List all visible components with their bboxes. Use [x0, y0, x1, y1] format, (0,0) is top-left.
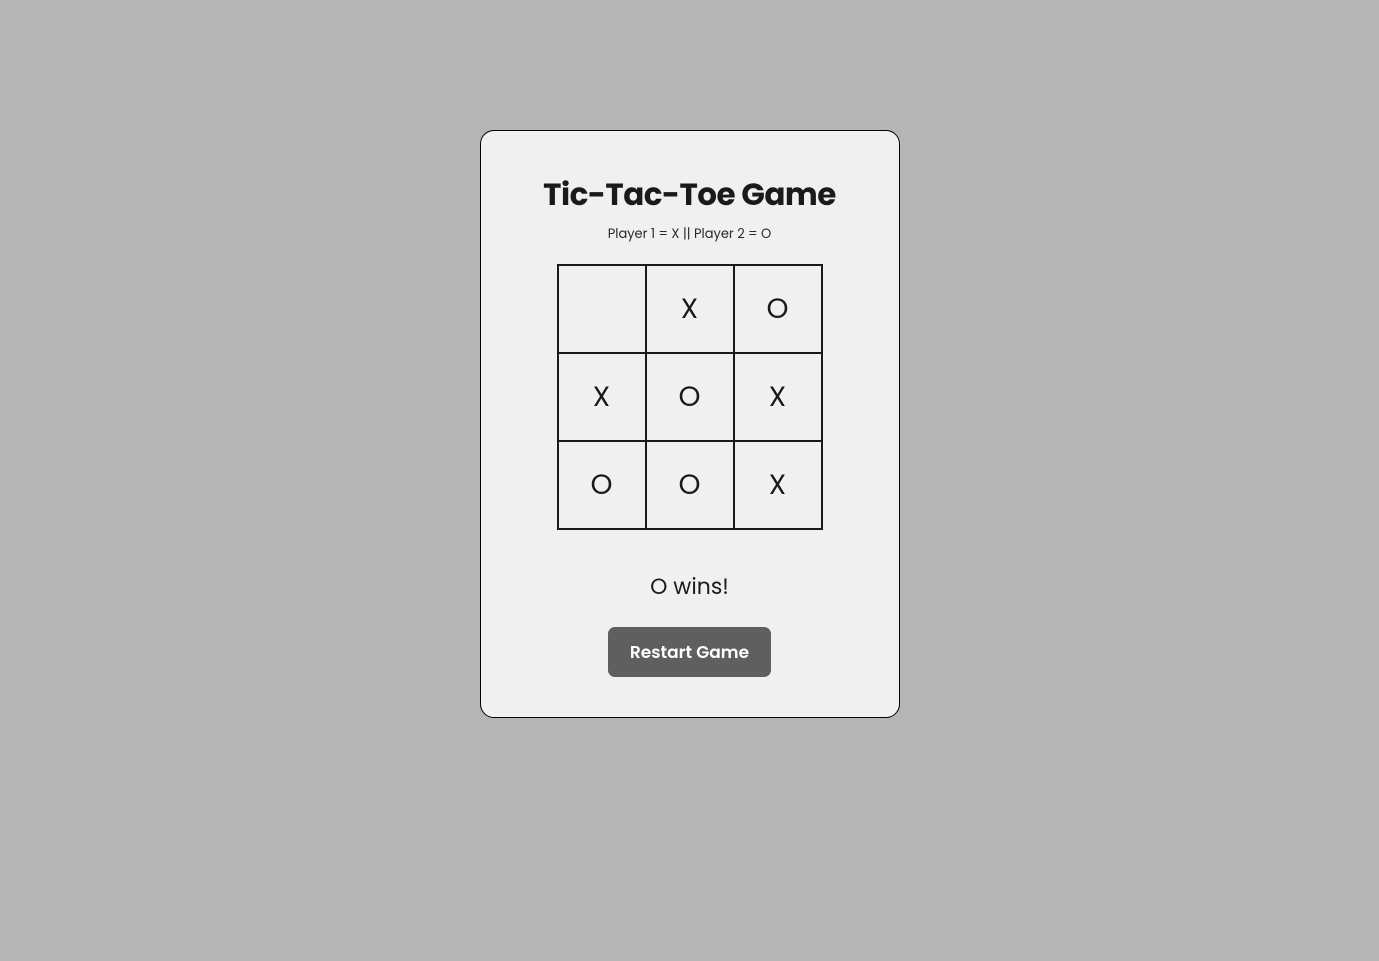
- status-message: O wins!: [650, 570, 729, 603]
- cell-8[interactable]: X: [734, 441, 822, 529]
- cell-3[interactable]: X: [558, 353, 646, 441]
- cell-4[interactable]: O: [646, 353, 734, 441]
- game-container: Tic-Tac-Toe Game Player 1 = X || Player …: [480, 130, 900, 718]
- cell-5[interactable]: X: [734, 353, 822, 441]
- cell-7[interactable]: O: [646, 441, 734, 529]
- restart-button[interactable]: Restart Game: [608, 627, 771, 677]
- game-board: X O X O X O O X: [557, 264, 823, 530]
- game-title: Tic-Tac-Toe Game: [543, 171, 836, 218]
- cell-1[interactable]: X: [646, 265, 734, 353]
- cell-2[interactable]: O: [734, 265, 822, 353]
- cell-0[interactable]: [558, 265, 646, 353]
- game-subtitle: Player 1 = X || Player 2 = O: [608, 224, 772, 244]
- cell-6[interactable]: O: [558, 441, 646, 529]
